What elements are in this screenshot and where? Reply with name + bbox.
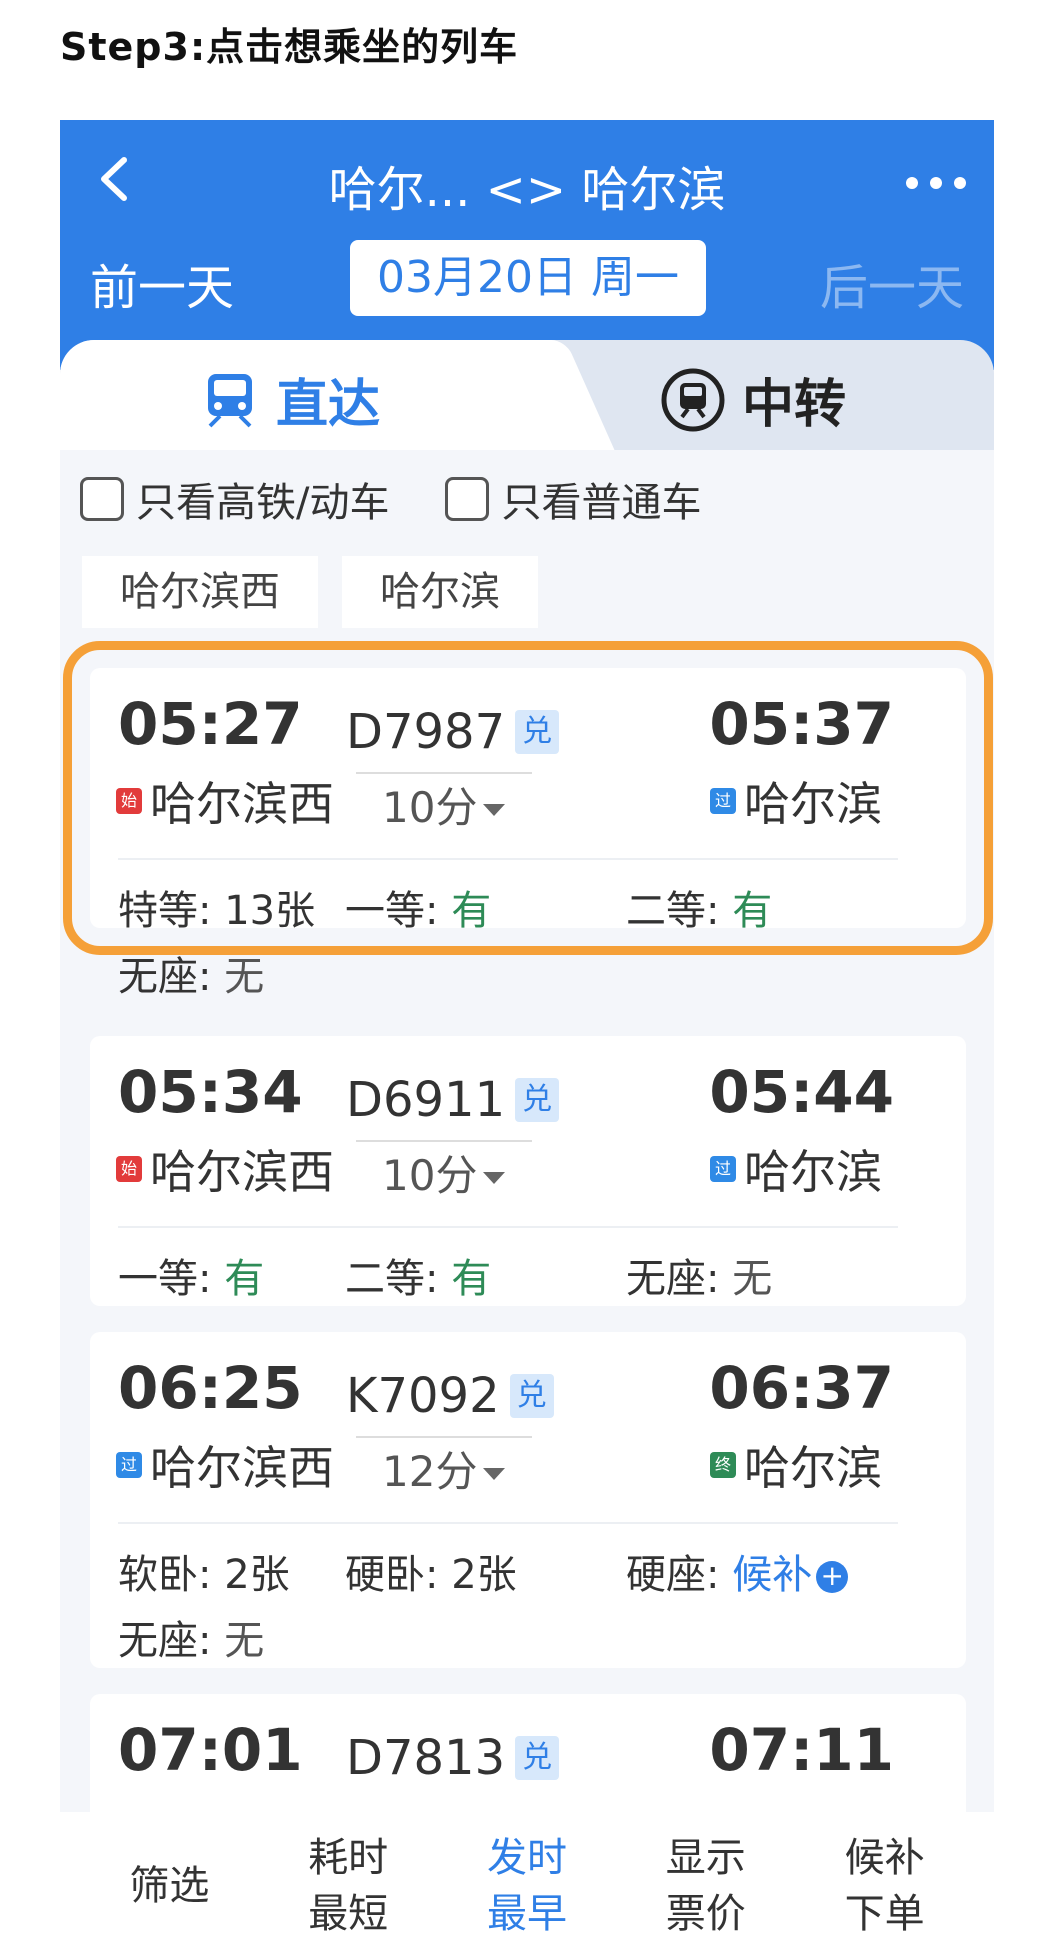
filter-highspeed-label: 只看高铁/动车 [136,480,390,526]
waitlist-seat[interactable]: 硬座: 候补 + [626,1542,849,1600]
route-title: 哈尔... <> 哈尔滨 [328,162,726,218]
date-selector[interactable]: 03月20日 周一 [350,240,706,316]
station-chips: 哈尔滨西 哈尔滨 [82,556,538,628]
departure-station-name: 哈尔滨西 [150,1145,334,1199]
end-badge: 终 [710,1452,736,1478]
departure-time: 05:27 [118,690,303,758]
seat-info: 无座: 无 [626,1256,773,1302]
divider [118,1522,898,1524]
highspeed-checkbox[interactable] [80,477,124,521]
seat-info: 一等: 有 [345,888,492,934]
arrival-station: 过 哈尔滨 [710,1136,882,1202]
arrival-station: 终 哈尔滨 [710,1432,882,1498]
departure-station-name: 哈尔滨西 [150,1441,334,1495]
arrival-time: 06:37 [709,1354,894,1422]
departure-time: 05:34 [118,1058,303,1126]
transfer-train-icon [661,368,725,431]
more-icon[interactable] [906,168,966,198]
sort-earliest-departure[interactable]: 发时 最早 [447,1830,607,1942]
exchange-badge: 兑 [515,1078,560,1122]
seat-info: 软卧: 2张 [118,1552,290,1598]
train-card[interactable]: 05:27 始 哈尔滨西 D7987 兑 10分 05:37 过 哈尔滨 特等:… [63,641,993,1000]
train-number: D7987 兑 [346,704,560,760]
duration[interactable]: 10分 [382,774,506,835]
train-card[interactable]: 06:25 过 哈尔滨西 K7092 兑 12分 06:37 终 哈尔滨 软卧:… [90,1332,966,1668]
arrival-time: 05:44 [709,1058,894,1126]
arrival-station-name: 哈尔滨 [744,777,882,831]
filter-row: 只看高铁/动车 只看普通车 [80,470,701,528]
filter-highspeed[interactable]: 只看高铁/动车 [80,470,389,528]
departure-time: 07:01 [118,1716,303,1784]
tab-direct-label: 直达 [276,375,381,435]
tab-transfer[interactable]: 中转 [660,362,846,437]
sort-shortest-duration[interactable]: 耗时 最短 [268,1830,428,1942]
filter-button[interactable]: 筛选 [89,1858,249,1914]
train-number: D6911 兑 [346,1072,560,1128]
departure-station: 始 哈尔滨西 [116,768,334,834]
pass-badge: 过 [116,1452,142,1478]
pass-badge: 过 [710,788,736,814]
plus-circle-icon[interactable]: + [816,1561,849,1593]
duration-text: 10分 [382,783,478,832]
tab-direct[interactable]: 直达 [60,340,550,450]
train-number: K7092 兑 [346,1368,554,1424]
seat-info: 二等: 有 [626,888,773,934]
start-badge: 始 [116,788,142,814]
show-price-toggle[interactable]: 显示 票价 [626,1830,786,1942]
tab-transfer-label: 中转 [742,375,847,435]
arrival-station-name: 哈尔滨 [744,1145,882,1199]
caret-down-icon [483,1171,506,1184]
next-day-button[interactable]: 后一天 [820,248,964,318]
seat-info: 硬卧: 2张 [345,1552,517,1598]
duration[interactable]: 12分 [382,1438,506,1499]
seat-info: 特等: 13张 [118,888,316,934]
waitlist-order-button[interactable]: 候补 下单 [805,1830,965,1942]
exchange-badge: 兑 [515,710,560,754]
bottom-toolbar: 筛选 耗时 最短 发时 最早 显示 票价 候补 下单 [60,1812,994,1960]
tab-bar: 直达 中转 [60,340,994,450]
duration-text: 12分 [382,1447,478,1496]
seat-info: 二等: 有 [345,1256,492,1302]
divider [118,1226,898,1228]
arrival-time: 05:37 [709,690,894,758]
phone-screen: 哈尔... <> 哈尔滨 前一天 03月20日 周一 后一天 直达 中转 只看高… [60,120,994,1960]
departure-station: 始 哈尔滨西 [116,1136,334,1202]
duration-text: 10分 [382,1151,478,1200]
normal-checkbox[interactable] [445,477,490,521]
station-chip-harbin[interactable]: 哈尔滨 [342,556,538,628]
station-chip-harbin-west[interactable]: 哈尔滨西 [82,556,318,628]
train-number-text: D6911 [346,1072,506,1128]
caret-down-icon [483,803,506,816]
arrival-station-name: 哈尔滨 [744,1441,882,1495]
exchange-badge: 兑 [515,1736,560,1780]
duration[interactable]: 10分 [382,1142,506,1203]
exchange-badge: 兑 [509,1374,554,1418]
seat-info: 无座: 无 [118,1618,265,1664]
divider [118,858,898,860]
train-number-text: D7987 [346,704,506,760]
arrival-station: 过 哈尔滨 [710,768,882,834]
caret-down-icon [483,1467,506,1480]
departure-station: 过 哈尔滨西 [116,1432,334,1498]
filter-normal-label: 只看普通车 [501,480,702,526]
prev-day-button[interactable]: 前一天 [90,248,234,318]
filter-normal[interactable]: 只看普通车 [445,470,701,528]
seat-info: 无座: 无 [118,954,265,1000]
app-header: 哈尔... <> 哈尔滨 前一天 03月20日 周一 后一天 [60,120,994,370]
departure-station-name: 哈尔滨西 [150,777,334,831]
train-card[interactable]: 05:34 始 哈尔滨西 D6911 兑 10分 05:44 过 哈尔滨 一等:… [90,1036,966,1306]
train-number-text: K7092 [346,1368,500,1424]
pass-badge: 过 [710,1156,736,1182]
departure-time: 06:25 [118,1354,303,1422]
train-number-text: D7813 [346,1730,506,1786]
seat-info: 一等: 有 [118,1256,265,1302]
train-number: D7813 兑 [346,1730,560,1786]
train-icon [208,373,252,427]
start-badge: 始 [116,1156,142,1182]
arrival-time: 07:11 [709,1716,894,1784]
step-title: Step3:点击想乘坐的列车 [60,25,519,69]
